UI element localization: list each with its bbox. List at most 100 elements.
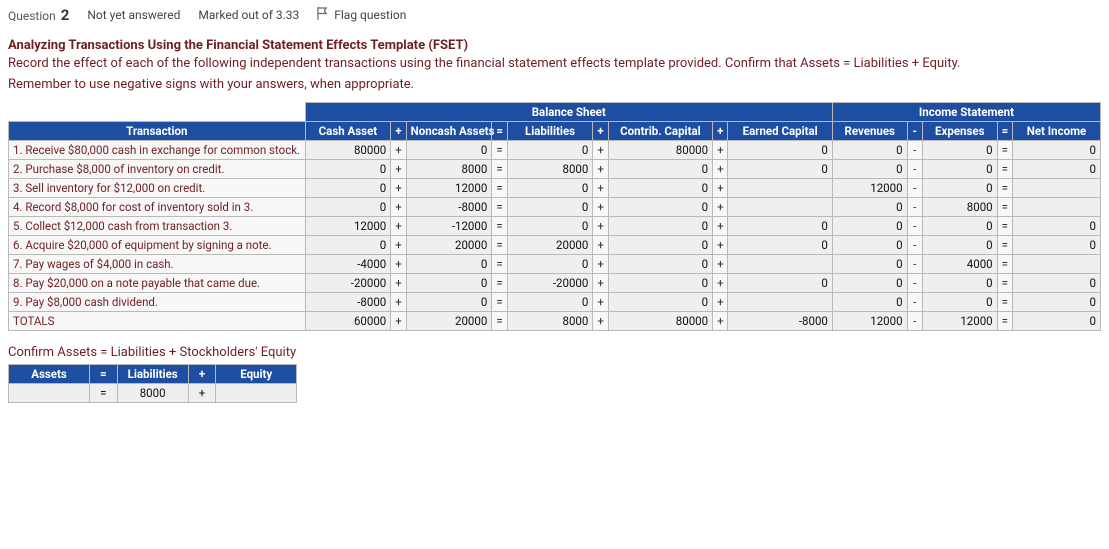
value-cell-ec[interactable]: 0 bbox=[728, 141, 832, 160]
value-cell-cc[interactable]: 80000 bbox=[608, 141, 712, 160]
value-cell-cc[interactable]: 0 bbox=[608, 236, 712, 255]
value-cell-rev[interactable]: 0 bbox=[832, 255, 907, 274]
value-cell-ni[interactable]: 0 bbox=[1013, 141, 1101, 160]
value-cell-ni[interactable] bbox=[1013, 198, 1101, 217]
value-cell-ni[interactable] bbox=[1013, 255, 1101, 274]
value-cell-exp[interactable]: 0 bbox=[922, 179, 997, 198]
value-cell-ec[interactable] bbox=[728, 293, 832, 312]
value-cell-noncash[interactable]: 0 bbox=[406, 274, 492, 293]
value-cell-noncash[interactable]: 0 bbox=[406, 255, 492, 274]
value-cell-cash[interactable]: 12000 bbox=[305, 217, 391, 236]
value-cell-noncash[interactable]: 8000 bbox=[406, 160, 492, 179]
value-cell-exp[interactable]: 0 bbox=[922, 141, 997, 160]
transaction-desc: TOTALS bbox=[9, 312, 306, 331]
question-header: Question 2 Not yet answered Marked out o… bbox=[8, 6, 1101, 24]
value-cell-liab[interactable]: 8000 bbox=[507, 160, 593, 179]
confirm-assets-cell[interactable] bbox=[9, 384, 90, 403]
value-cell-ec[interactable] bbox=[728, 198, 832, 217]
value-cell-ec[interactable] bbox=[728, 179, 832, 198]
op-cell: = bbox=[997, 160, 1012, 179]
value-cell-liab[interactable]: 0 bbox=[507, 179, 593, 198]
value-cell-noncash[interactable]: -8000 bbox=[406, 198, 492, 217]
value-cell-cc[interactable]: 0 bbox=[608, 179, 712, 198]
value-cell-ec[interactable]: -8000 bbox=[728, 312, 832, 331]
value-cell-ec[interactable]: 0 bbox=[728, 236, 832, 255]
op-cell: + bbox=[593, 236, 608, 255]
value-cell-exp[interactable]: 0 bbox=[922, 217, 997, 236]
op-plus: + bbox=[593, 122, 608, 141]
value-cell-rev[interactable]: 0 bbox=[832, 274, 907, 293]
value-cell-cash[interactable]: -8000 bbox=[305, 293, 391, 312]
value-cell-ec[interactable]: 0 bbox=[728, 217, 832, 236]
value-cell-liab[interactable]: 0 bbox=[507, 198, 593, 217]
value-cell-liab[interactable]: 8000 bbox=[507, 312, 593, 331]
col-net-income: Net Income bbox=[1013, 122, 1101, 141]
value-cell-cc[interactable]: 0 bbox=[608, 274, 712, 293]
op-cell: = bbox=[997, 312, 1012, 331]
value-cell-cc[interactable]: 0 bbox=[608, 217, 712, 236]
value-cell-cash[interactable]: 0 bbox=[305, 160, 391, 179]
value-cell-cash[interactable]: -4000 bbox=[305, 255, 391, 274]
value-cell-noncash[interactable]: 12000 bbox=[406, 179, 492, 198]
confirm-equity-cell[interactable] bbox=[216, 384, 297, 403]
value-cell-ni[interactable]: 0 bbox=[1013, 236, 1101, 255]
value-cell-exp[interactable]: 0 bbox=[922, 274, 997, 293]
value-cell-ni[interactable]: 0 bbox=[1013, 312, 1101, 331]
value-cell-cash[interactable]: 60000 bbox=[305, 312, 391, 331]
value-cell-liab[interactable]: -20000 bbox=[507, 274, 593, 293]
col-group-income-statement: Income Statement bbox=[832, 103, 1100, 122]
op-cell: + bbox=[593, 255, 608, 274]
value-cell-ni[interactable]: 0 bbox=[1013, 293, 1101, 312]
value-cell-cc[interactable]: 0 bbox=[608, 293, 712, 312]
value-cell-noncash[interactable]: 20000 bbox=[406, 312, 492, 331]
transaction-desc: 7. Pay wages of $4,000 in cash. bbox=[9, 255, 306, 274]
value-cell-exp[interactable]: 0 bbox=[922, 293, 997, 312]
value-cell-cc[interactable]: 0 bbox=[608, 198, 712, 217]
value-cell-noncash[interactable]: 0 bbox=[406, 141, 492, 160]
prompt-reminder: Remember to use negative signs with your… bbox=[8, 77, 1101, 92]
value-cell-liab[interactable]: 0 bbox=[507, 255, 593, 274]
value-cell-ni[interactable]: 0 bbox=[1013, 160, 1101, 179]
confirm-liab-cell[interactable]: 8000 bbox=[117, 384, 188, 403]
value-cell-exp[interactable]: 4000 bbox=[922, 255, 997, 274]
value-cell-cc[interactable]: 0 bbox=[608, 160, 712, 179]
op-cell: + bbox=[391, 217, 406, 236]
value-cell-ni[interactable]: 0 bbox=[1013, 274, 1101, 293]
value-cell-exp[interactable]: 8000 bbox=[922, 198, 997, 217]
value-cell-cash[interactable]: -20000 bbox=[305, 274, 391, 293]
value-cell-liab[interactable]: 0 bbox=[507, 293, 593, 312]
value-cell-cc[interactable]: 0 bbox=[608, 255, 712, 274]
value-cell-ec[interactable] bbox=[728, 255, 832, 274]
question-marked: Marked out of 3.33 bbox=[198, 8, 299, 22]
value-cell-ec[interactable]: 0 bbox=[728, 160, 832, 179]
value-cell-rev[interactable]: 0 bbox=[832, 198, 907, 217]
value-cell-liab[interactable]: 20000 bbox=[507, 236, 593, 255]
value-cell-ec[interactable]: 0 bbox=[728, 274, 832, 293]
value-cell-cash[interactable]: 80000 bbox=[305, 141, 391, 160]
value-cell-rev[interactable]: 0 bbox=[832, 236, 907, 255]
value-cell-exp[interactable]: 0 bbox=[922, 160, 997, 179]
value-cell-rev[interactable]: 12000 bbox=[832, 312, 907, 331]
value-cell-noncash[interactable]: 20000 bbox=[406, 236, 492, 255]
op-cell: = bbox=[492, 255, 507, 274]
value-cell-rev[interactable]: 0 bbox=[832, 160, 907, 179]
value-cell-noncash[interactable]: -12000 bbox=[406, 217, 492, 236]
value-cell-cc[interactable]: 80000 bbox=[608, 312, 712, 331]
value-cell-rev[interactable]: 0 bbox=[832, 293, 907, 312]
value-cell-exp[interactable]: 0 bbox=[922, 236, 997, 255]
value-cell-ni[interactable]: 0 bbox=[1013, 217, 1101, 236]
value-cell-rev[interactable]: 0 bbox=[832, 217, 907, 236]
value-cell-noncash[interactable]: 0 bbox=[406, 293, 492, 312]
op-cell: - bbox=[907, 160, 922, 179]
value-cell-cash[interactable]: 0 bbox=[305, 198, 391, 217]
value-cell-cash[interactable]: 0 bbox=[305, 179, 391, 198]
value-cell-exp[interactable]: 12000 bbox=[922, 312, 997, 331]
value-cell-ni[interactable] bbox=[1013, 179, 1101, 198]
confirm-col-assets: Assets bbox=[9, 365, 90, 384]
flag-question-button[interactable]: Flag question bbox=[317, 7, 406, 23]
value-cell-rev[interactable]: 0 bbox=[832, 141, 907, 160]
value-cell-liab[interactable]: 0 bbox=[507, 217, 593, 236]
value-cell-cash[interactable]: 0 bbox=[305, 236, 391, 255]
value-cell-rev[interactable]: 12000 bbox=[832, 179, 907, 198]
value-cell-liab[interactable]: 0 bbox=[507, 141, 593, 160]
